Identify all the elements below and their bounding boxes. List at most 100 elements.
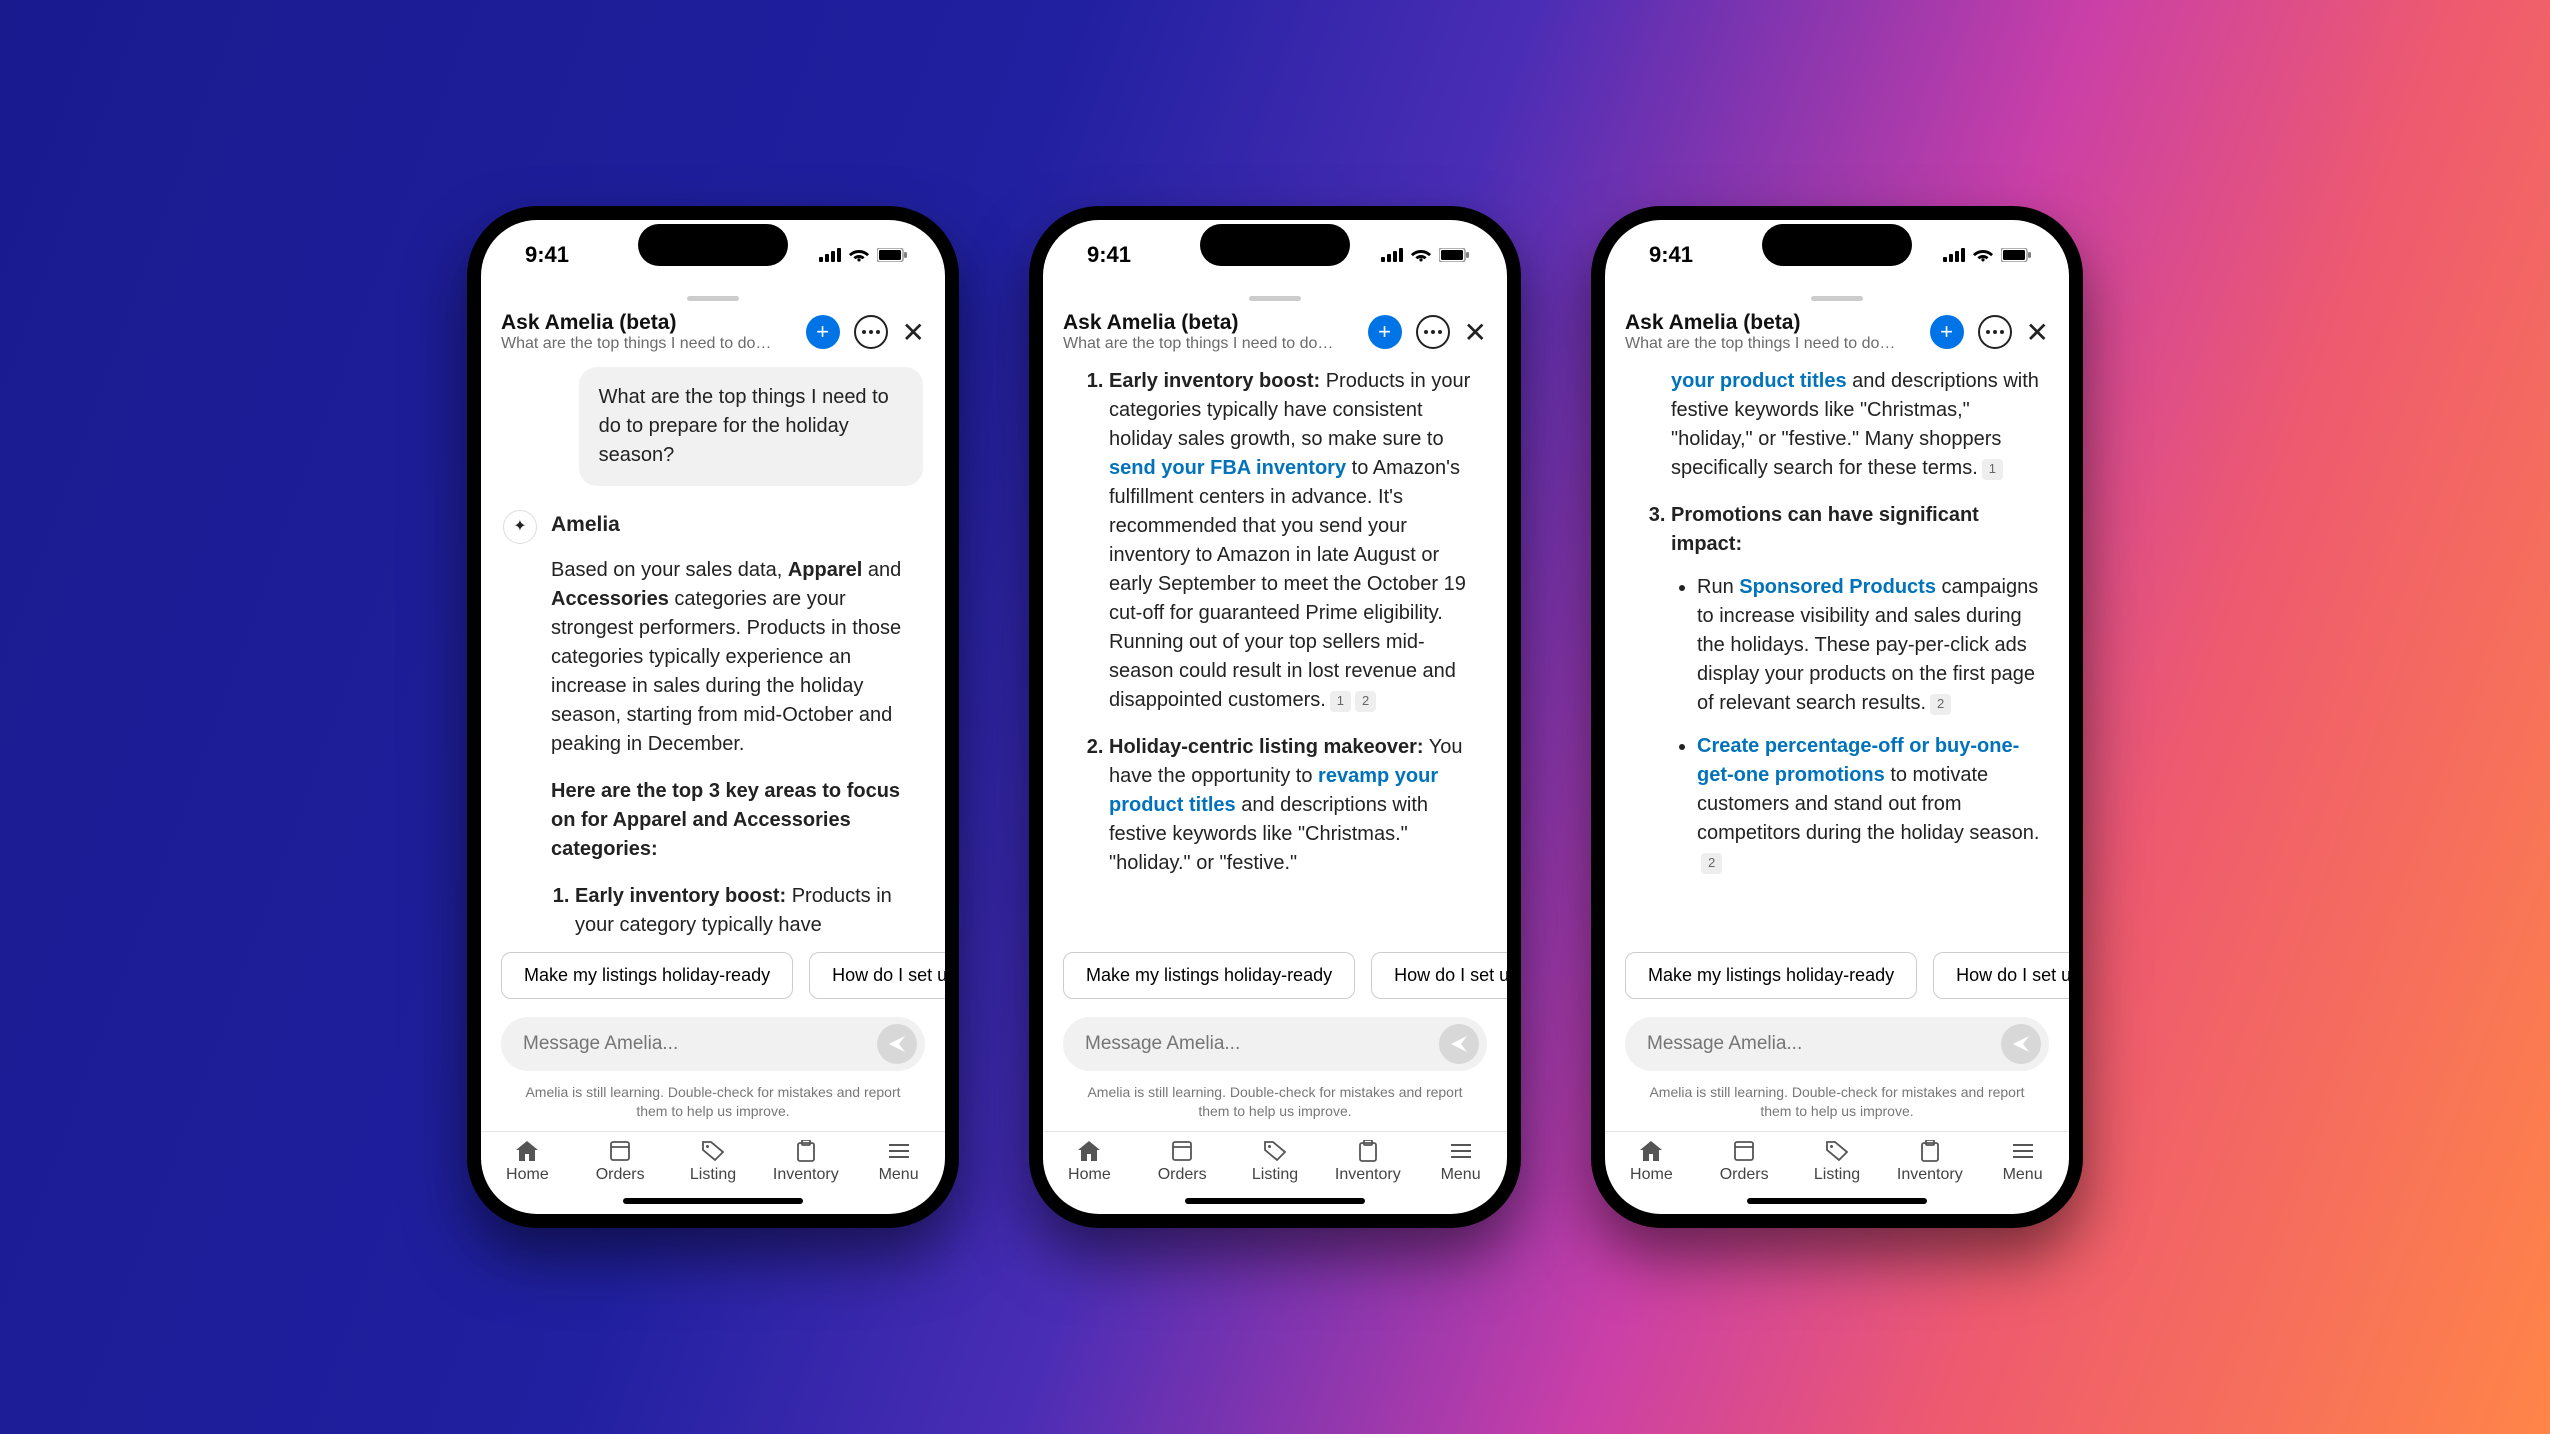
suggestion-chips: Make my listings holiday-ready How do I … xyxy=(1605,942,2069,1009)
tab-home[interactable]: Home xyxy=(1043,1140,1136,1184)
tab-home[interactable]: Home xyxy=(481,1140,574,1184)
product-titles-link[interactable]: your product titles xyxy=(1671,370,1847,392)
clipboard-icon xyxy=(1359,1140,1377,1162)
chat-content[interactable]: Early inventory boost: Products in your … xyxy=(1043,367,1507,942)
more-options-button[interactable] xyxy=(1978,315,2012,349)
app-title: Ask Amelia (beta) xyxy=(1063,311,1368,335)
wifi-icon xyxy=(1411,248,1431,262)
message-input[interactable] xyxy=(1647,1033,2001,1055)
suggestion-chip[interactable]: Make my listings holiday-ready xyxy=(1063,952,1355,999)
menu-icon xyxy=(889,1140,909,1162)
send-button[interactable] xyxy=(877,1024,917,1064)
message-input-container xyxy=(1625,1017,2049,1071)
assistant-name: Amelia xyxy=(551,510,923,540)
disclaimer-text: Amelia is still learning. Double-check f… xyxy=(1605,1077,2069,1131)
suggestion-chips: Make my listings holiday-ready How do I … xyxy=(481,942,945,1009)
new-chat-button[interactable]: + xyxy=(806,315,840,349)
chat-subtitle: What are the top things I need to do… xyxy=(501,335,806,353)
list-item: Early inventory boost: Products in your … xyxy=(1109,367,1485,715)
home-indicator[interactable] xyxy=(1185,1198,1365,1204)
tab-inventory[interactable]: Inventory xyxy=(1883,1140,1976,1184)
phone-mockup-1: 9:41 Ask Amelia (beta) What are the top … xyxy=(467,206,959,1228)
orders-icon xyxy=(610,1140,630,1162)
menu-icon xyxy=(1451,1140,1471,1162)
battery-icon xyxy=(2001,248,2031,262)
list-item: Promotions can have significant impact: … xyxy=(1671,501,2047,877)
drag-handle[interactable] xyxy=(1811,296,1863,301)
tab-menu[interactable]: Menu xyxy=(852,1140,945,1184)
assistant-avatar-icon: ✦ xyxy=(503,510,537,544)
tab-orders[interactable]: Orders xyxy=(1136,1140,1229,1184)
tab-bar: Home Orders Listing Inventory Menu xyxy=(1043,1131,1507,1198)
status-indicators xyxy=(1943,248,2031,262)
message-input-container xyxy=(1063,1017,1487,1071)
tab-home[interactable]: Home xyxy=(1605,1140,1698,1184)
suggestion-chip[interactable]: Make my listings holiday-ready xyxy=(1625,952,1917,999)
chat-content[interactable]: What are the top things I need to do to … xyxy=(481,367,945,942)
suggestion-chip[interactable]: How do I set up a xyxy=(1371,952,1507,999)
list-item: Run Sponsored Products campaigns to incr… xyxy=(1697,573,2047,718)
send-button[interactable] xyxy=(1439,1024,1479,1064)
tab-bar: Home Orders Listing Inventory Menu xyxy=(1605,1131,2069,1198)
tab-orders[interactable]: Orders xyxy=(1698,1140,1791,1184)
screen: 9:41 Ask Amelia (beta) What are the top … xyxy=(1043,220,1507,1214)
citation-badge[interactable]: 2 xyxy=(1930,694,1951,715)
tab-menu[interactable]: Menu xyxy=(1976,1140,2069,1184)
close-button[interactable]: ✕ xyxy=(1464,316,1487,349)
fba-inventory-link[interactable]: send your FBA inventory xyxy=(1109,457,1346,479)
suggestion-chip[interactable]: How do I set up a xyxy=(1933,952,2069,999)
clipboard-icon xyxy=(797,1140,815,1162)
clipboard-icon xyxy=(1921,1140,1939,1162)
suggestion-chip[interactable]: Make my listings holiday-ready xyxy=(501,952,793,999)
tab-listing[interactable]: Listing xyxy=(1229,1140,1322,1184)
battery-icon xyxy=(877,248,907,262)
list-item: Create percentage-off or buy-one-get-one… xyxy=(1697,732,2047,877)
tab-inventory[interactable]: Inventory xyxy=(1321,1140,1414,1184)
wifi-icon xyxy=(849,248,869,262)
close-button[interactable]: ✕ xyxy=(902,316,925,349)
screen: 9:41 Ask Amelia (beta) What are the top … xyxy=(1605,220,2069,1214)
tab-menu[interactable]: Menu xyxy=(1414,1140,1507,1184)
message-input[interactable] xyxy=(1085,1033,1439,1055)
phone-mockup-3: 9:41 Ask Amelia (beta) What are the top … xyxy=(1591,206,2083,1228)
citation-badge[interactable]: 1 xyxy=(1330,691,1351,712)
tab-inventory[interactable]: Inventory xyxy=(759,1140,852,1184)
chat-header: Ask Amelia (beta) What are the top thing… xyxy=(1605,311,2069,367)
cellular-icon xyxy=(1381,248,1403,262)
chat-subtitle: What are the top things I need to do… xyxy=(1063,335,1368,353)
citation-badge[interactable]: 1 xyxy=(1982,459,2003,480)
drag-handle[interactable] xyxy=(1249,296,1301,301)
section-heading: Here are the top 3 key areas to focus on… xyxy=(551,777,923,864)
chat-header: Ask Amelia (beta) What are the top thing… xyxy=(481,311,945,367)
more-options-button[interactable] xyxy=(1416,315,1450,349)
cellular-icon xyxy=(1943,248,1965,262)
new-chat-button[interactable]: + xyxy=(1368,315,1402,349)
tab-listing[interactable]: Listing xyxy=(1791,1140,1884,1184)
tab-orders[interactable]: Orders xyxy=(574,1140,667,1184)
disclaimer-text: Amelia is still learning. Double-check f… xyxy=(1043,1077,1507,1131)
close-button[interactable]: ✕ xyxy=(2026,316,2049,349)
status-time: 9:41 xyxy=(1649,242,1693,268)
message-input[interactable] xyxy=(523,1033,877,1055)
citation-badge[interactable]: 2 xyxy=(1355,691,1376,712)
more-options-button[interactable] xyxy=(854,315,888,349)
citation-badge[interactable]: 2 xyxy=(1701,853,1722,874)
home-indicator[interactable] xyxy=(623,1198,803,1204)
app-title: Ask Amelia (beta) xyxy=(1625,311,1930,335)
chat-subtitle: What are the top things I need to do… xyxy=(1625,335,1930,353)
send-button[interactable] xyxy=(2001,1024,2041,1064)
battery-icon xyxy=(1439,248,1469,262)
sponsored-products-link[interactable]: Sponsored Products xyxy=(1739,576,1936,598)
drag-handle[interactable] xyxy=(687,296,739,301)
orders-icon xyxy=(1172,1140,1192,1162)
home-indicator[interactable] xyxy=(1747,1198,1927,1204)
tab-listing[interactable]: Listing xyxy=(667,1140,760,1184)
suggestion-chip[interactable]: How do I set up a xyxy=(809,952,945,999)
tag-icon xyxy=(1826,1140,1848,1162)
disclaimer-text: Amelia is still learning. Double-check f… xyxy=(481,1077,945,1131)
chat-content[interactable]: your product titles and descriptions wit… xyxy=(1605,367,2069,942)
new-chat-button[interactable]: + xyxy=(1930,315,1964,349)
home-icon xyxy=(1078,1140,1100,1162)
phone-notch xyxy=(638,224,788,266)
message-input-container xyxy=(501,1017,925,1071)
